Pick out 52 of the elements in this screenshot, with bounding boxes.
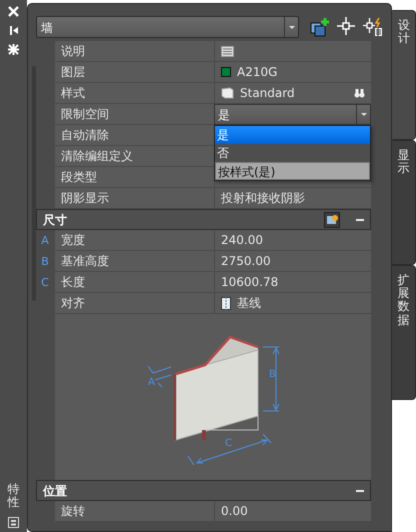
property-value: 240.00: [221, 232, 263, 249]
property-name: 清除编组定义: [54, 146, 214, 167]
dropdown-option[interactable]: 否: [215, 144, 370, 162]
property-name: 对齐: [54, 293, 214, 314]
property-value: 0.00: [221, 503, 248, 520]
wall-style-icon: [221, 87, 234, 99]
dimension-marker: B: [40, 254, 50, 270]
dimension-label: B: [269, 369, 276, 380]
property-name: 旋转: [54, 501, 214, 522]
pick-point-icon[interactable]: [337, 17, 355, 35]
property-name: 宽度: [54, 230, 214, 251]
dimension-tool-icon[interactable]: [324, 212, 340, 228]
property-name: 样式: [54, 83, 214, 104]
property-value: 投射和接收阴影: [221, 190, 305, 207]
property-value: Standard: [240, 85, 296, 102]
palette-title: 特性: [8, 482, 20, 509]
property-value: A210G: [237, 64, 278, 81]
property-dropdown[interactable]: 是: [214, 104, 371, 125]
property-name: 段类型: [54, 167, 214, 188]
add-selection-icon[interactable]: [309, 17, 329, 37]
dimension-line: [148, 366, 172, 388]
property-name: 说明: [54, 41, 214, 62]
dropdown-option[interactable]: 是: [215, 126, 370, 144]
property-value: 基线: [237, 295, 261, 312]
close-icon[interactable]: [8, 6, 19, 17]
property-value: 10600.78: [221, 274, 278, 291]
property-name: 长度: [54, 272, 214, 293]
side-tab[interactable]: 扩展数据: [392, 265, 416, 400]
section-header[interactable]: 位置: [36, 480, 371, 501]
alignment-icon: [221, 296, 231, 310]
dropdown-option[interactable]: 按样式(是): [215, 162, 370, 180]
property-value: 2750.00: [221, 253, 271, 270]
properties-icon[interactable]: [8, 517, 19, 528]
side-tab[interactable]: 设计: [392, 10, 416, 140]
property-name: 自动清除: [54, 125, 214, 146]
section-header[interactable]: 尺寸: [36, 209, 371, 230]
dimension-label: A: [148, 377, 155, 388]
description-icon[interactable]: [221, 46, 234, 56]
property-name: 图层: [54, 62, 214, 83]
object-type-dropdown[interactable]: 墙: [36, 16, 299, 38]
dimension-marker: C: [40, 275, 50, 291]
side-tab[interactable]: 显示: [392, 140, 416, 265]
dimension-marker: A: [40, 233, 50, 249]
dimension-label: C: [225, 438, 232, 449]
auto-hide-icon[interactable]: [8, 25, 19, 36]
property-name: 限制空间: [54, 104, 214, 125]
dimension-line: [262, 346, 280, 412]
binoculars-icon[interactable]: [354, 88, 365, 98]
property-name: 阴影显示: [54, 188, 214, 209]
settings-icon[interactable]: [8, 44, 19, 55]
quick-select-icon[interactable]: [363, 17, 383, 37]
property-name: 基准高度: [54, 251, 214, 272]
